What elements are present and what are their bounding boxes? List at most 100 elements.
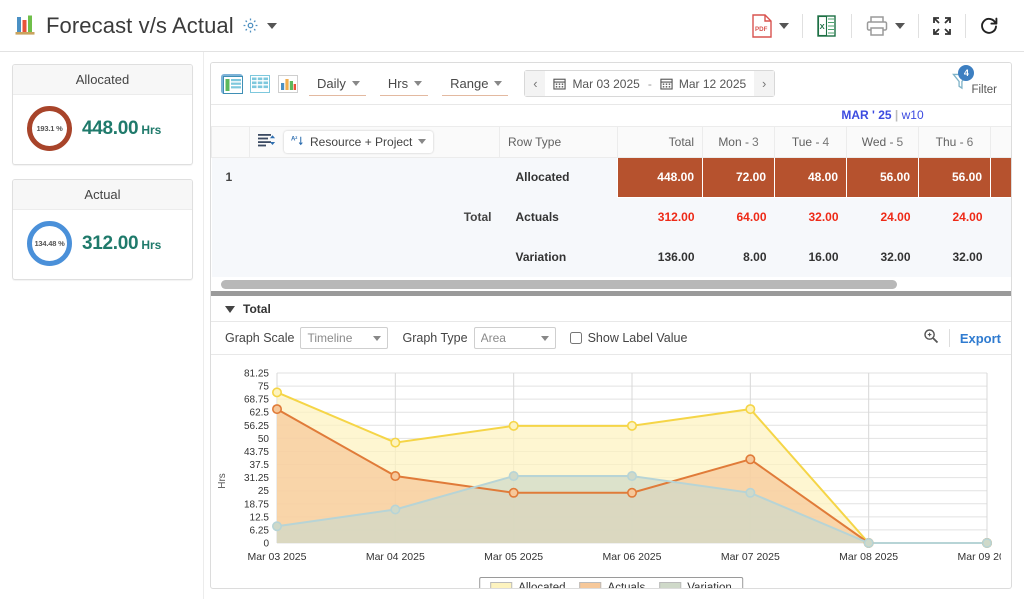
graph-type-select[interactable]: Area	[474, 327, 556, 349]
actual-percent: 134.48 %	[27, 221, 72, 266]
day-number: 5	[897, 135, 904, 149]
data-point-variation-1[interactable]	[391, 505, 399, 513]
data-grid: MAR ' 25 | w10	[211, 105, 1011, 296]
data-point-allocated-2[interactable]	[509, 422, 517, 430]
date-from-field[interactable]: Mar 03 2025	[545, 77, 647, 91]
data-point-actuals-4[interactable]	[746, 455, 754, 463]
data-point-allocated-3[interactable]	[628, 422, 636, 430]
chevron-down-icon[interactable]	[895, 23, 905, 29]
chart-svg: 06.2512.518.752531.2537.543.755056.2562.…	[211, 363, 1001, 578]
period-dropdown[interactable]: Daily	[309, 72, 366, 96]
summary-sidebar: Allocated 193.1 % 448.00Hrs Actual 134.4…	[0, 52, 204, 599]
data-point-variation-0[interactable]	[273, 522, 281, 530]
calendar-icon	[553, 77, 566, 90]
collapse-triangle-icon[interactable]	[225, 306, 235, 313]
svg-text:PDF: PDF	[755, 26, 768, 33]
gear-icon[interactable]	[242, 17, 259, 34]
card-title: Allocated	[13, 65, 192, 95]
table-row[interactable]: Total Actuals 312.00 64.00 32.00 24.00 2…	[212, 197, 1013, 237]
next-period-button[interactable]: ›	[754, 71, 774, 96]
actuals-day-3: 24.00	[919, 197, 991, 237]
y-tick-label: 0	[263, 539, 269, 550]
export-pdf-button[interactable]: PDF	[742, 10, 798, 42]
y-tick-label: 43.75	[244, 447, 269, 458]
view-chart-button[interactable]	[277, 74, 299, 94]
graph-scale-label: Graph Scale	[225, 331, 294, 345]
legend-item-allocated[interactable]: Allocated	[490, 582, 565, 589]
card-title: Actual	[13, 180, 192, 210]
legend-item-variation[interactable]: Variation	[659, 582, 732, 589]
divider	[965, 14, 966, 38]
unit-dropdown[interactable]: Hrs	[380, 72, 428, 96]
data-point-allocated-4[interactable]	[746, 405, 754, 413]
filter-label: Filter	[971, 84, 997, 96]
graph-controls: Graph Scale Timeline Graph Type Area Sho…	[211, 321, 1011, 355]
data-point-allocated-1[interactable]	[391, 438, 399, 446]
y-tick-label: 62.5	[250, 408, 270, 419]
data-point-variation-2[interactable]	[509, 472, 517, 480]
graph-controls-right: Export	[923, 328, 1001, 349]
day-number: 4	[822, 135, 829, 149]
day-number: 3	[752, 135, 759, 149]
day-column-header-3: Thu -6	[919, 126, 991, 157]
actuals-day-2: 24.00	[847, 197, 919, 237]
data-point-actuals-2[interactable]	[509, 489, 517, 497]
fullscreen-button[interactable]	[923, 12, 961, 40]
print-button[interactable]	[856, 11, 914, 41]
range-dropdown[interactable]: Range	[442, 72, 508, 96]
day-name: Wed -	[862, 135, 894, 149]
data-point-actuals-0[interactable]	[273, 405, 281, 413]
filter-count-badge: 4	[958, 65, 974, 81]
magnifier-icon[interactable]	[923, 328, 939, 349]
total-column-header: Total	[618, 126, 703, 157]
refresh-button[interactable]	[970, 12, 1008, 40]
table-row[interactable]: Variation 136.00 8.00 16.00 32.00 32.00 …	[212, 237, 1013, 277]
prev-period-button[interactable]: ‹	[525, 71, 545, 96]
data-point-variation-5[interactable]	[864, 539, 872, 547]
horizontal-scrollbar[interactable]	[211, 277, 1011, 291]
group-by-dropdown[interactable]: A z Resource + Project	[284, 131, 433, 153]
y-tick-label: 6.25	[250, 525, 270, 536]
show-label-value-label: Show Label Value	[588, 331, 688, 345]
sort-lines-icon[interactable]	[258, 133, 276, 150]
table-row[interactable]: 1 Allocated 448.00 72.00 48.00 56.00 56.…	[212, 157, 1013, 197]
header-toolbar: PDF X	[742, 10, 1008, 42]
graph-scale-select[interactable]: Timeline	[300, 327, 388, 349]
allocated-day-4: 64.00	[991, 157, 1013, 197]
view-combo-button[interactable]	[221, 74, 243, 94]
data-point-variation-6[interactable]	[983, 539, 991, 547]
data-point-actuals-3[interactable]	[628, 489, 636, 497]
group-cell	[250, 157, 500, 197]
total-row-label: Total	[250, 197, 500, 237]
allocated-day-2: 56.00	[847, 157, 919, 197]
date-to-field[interactable]: Mar 12 2025	[652, 77, 754, 91]
show-label-value-checkbox[interactable]	[570, 332, 582, 344]
show-label-value-row: Show Label Value	[570, 331, 688, 345]
x-tick-label: Mar 09 2025	[958, 551, 1001, 563]
view-grid-button[interactable]	[249, 74, 271, 94]
data-point-allocated-0[interactable]	[273, 388, 281, 396]
data-point-variation-3[interactable]	[628, 472, 636, 480]
y-tick-label: 37.5	[250, 460, 270, 471]
group-by-label: Resource + Project	[310, 135, 412, 149]
divider	[802, 14, 803, 38]
chevron-down-icon[interactable]	[779, 23, 789, 29]
legend-label: Allocated	[518, 582, 565, 589]
export-link[interactable]: Export	[960, 331, 1001, 346]
allocated-donut-chart: 193.1 %	[27, 106, 72, 151]
legend-item-actuals[interactable]: Actuals	[580, 582, 646, 589]
chevron-down-icon[interactable]	[267, 23, 277, 29]
scrollbar-thumb[interactable]	[221, 280, 897, 289]
legend-swatch	[659, 582, 681, 589]
summary-card-allocated: Allocated 193.1 % 448.00Hrs	[12, 64, 193, 165]
data-point-variation-4[interactable]	[746, 489, 754, 497]
export-excel-button[interactable]: X	[807, 10, 847, 42]
app-header: Forecast v/s Actual PDF X	[0, 0, 1024, 52]
filter-button[interactable]: 4 Filter	[952, 72, 1001, 96]
graph-section-header[interactable]: Total	[211, 296, 1011, 321]
allocated-day-1: 48.00	[775, 157, 847, 197]
data-point-actuals-1[interactable]	[391, 472, 399, 480]
card-body: 193.1 % 448.00Hrs	[13, 95, 192, 164]
y-tick-label: 56.25	[244, 421, 269, 432]
month-header-spacer	[212, 105, 703, 126]
